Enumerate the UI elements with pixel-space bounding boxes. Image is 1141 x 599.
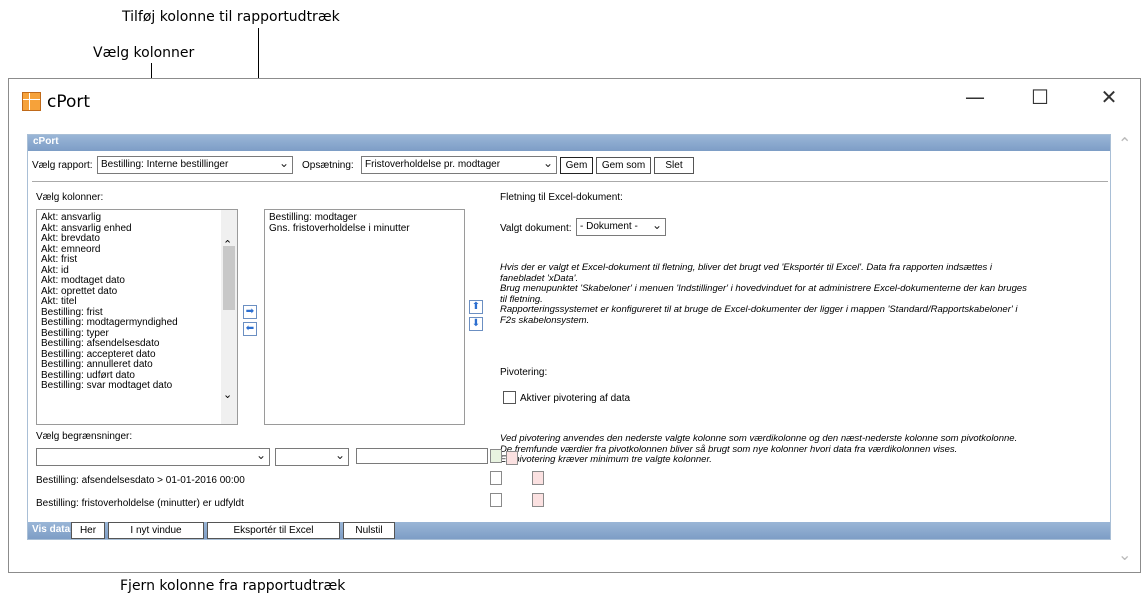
minimize-button[interactable]: — (955, 85, 995, 109)
report-select[interactable]: Bestilling: Interne bestillinger ⌄ (97, 156, 293, 174)
list-item[interactable]: Bestilling: annulleret dato (37, 359, 237, 371)
delete-icon[interactable] (532, 471, 544, 485)
save-button[interactable]: Gem (560, 157, 593, 174)
list-item[interactable]: Akt: brevdato (37, 233, 237, 245)
list-item[interactable]: Akt: frist (37, 254, 237, 266)
info-line: Hvis der er valgt et Excel-dokument til … (500, 262, 993, 273)
save-as-button[interactable]: Gem som (596, 157, 651, 174)
pivot-info-text: Ved pivotering anvendes den nederste val… (500, 433, 1110, 466)
app-window: cPort — ☐ ✕ ⌃ ⌄ cPort Vælg rapport: Best… (8, 78, 1141, 573)
setup-label: Opsætning: (302, 160, 354, 171)
edit-icon[interactable] (490, 471, 502, 485)
merge-info-text: Hvis der er valgt et Excel-dokument til … (500, 262, 1100, 326)
arrow-right-icon[interactable]: ➡ (243, 305, 257, 319)
info-line: F2s skabelonsystem. (500, 314, 590, 326)
arrow-down-icon[interactable]: ⬇ (469, 317, 483, 331)
selected-columns-list[interactable]: Bestilling: modtager Gns. fristoverholdel… (264, 209, 465, 425)
callout-choose-columns: Vælg kolonner (93, 45, 195, 61)
list-item[interactable]: Akt: ansvarlig (37, 212, 237, 224)
setup-select[interactable]: Fristoverholdelse pr. modtager ⌄ (361, 156, 557, 174)
pivot-checkbox[interactable] (503, 391, 516, 404)
cport-panel: cPort Vælg rapport: Bestilling: Interne … (27, 134, 1111, 540)
vertical-scrollbar[interactable]: ⌃ ⌄ (1110, 134, 1140, 564)
scroll-up-icon[interactable]: ⌃ (1118, 134, 1131, 153)
scroll-thumb[interactable] (223, 246, 235, 310)
list-item[interactable]: Akt: modtaget dato (37, 275, 237, 287)
limit-item: Bestilling: fristoverholdelse (minutter)… (36, 498, 244, 509)
report-label: Vælg rapport: (32, 160, 93, 171)
add-limit-icon[interactable] (490, 449, 502, 463)
limit-value-input[interactable] (356, 448, 488, 464)
list-item[interactable]: Bestilling: modtagermyndighed (37, 317, 237, 329)
columns-label: Vælg kolonner: (36, 192, 104, 203)
arrow-left-icon[interactable]: ⬅ (243, 322, 257, 336)
divider (32, 181, 1108, 182)
chevron-down-icon[interactable]: ⌄ (223, 388, 232, 401)
document-select-value: - Dokument - (580, 221, 638, 232)
merge-label: Fletning til Excel-dokument: (500, 192, 623, 203)
reset-button[interactable]: Nulstil (343, 522, 395, 539)
list-item[interactable]: Bestilling: modtager (265, 212, 464, 224)
delete-icon[interactable] (532, 493, 544, 507)
chevron-down-icon: ⌄ (334, 448, 345, 462)
info-line: Brug menupunktet 'Skabeloner' i menuen '… (500, 283, 1027, 294)
limit-item: Bestilling: afsendelsesdato > 01-01-2016… (36, 475, 245, 486)
callout-remove-column: Fjern kolonne fra rapportudtræk (120, 578, 346, 594)
info-line: En pivotering kræver minimum tre valgte … (500, 454, 712, 465)
scroll-down-icon[interactable]: ⌄ (1118, 545, 1131, 564)
close-button[interactable]: ✕ (1089, 85, 1129, 109)
clear-limit-icon[interactable] (506, 451, 518, 465)
chevron-down-icon: ⌄ (255, 448, 266, 462)
cport-app-icon (22, 92, 41, 111)
export-excel-button[interactable]: Eksportér til Excel (207, 522, 340, 539)
document-select[interactable]: - Dokument - ⌄ (576, 218, 666, 236)
available-columns-list[interactable]: Akt: ansvarlig Akt: ansvarlig enhed Akt: b… (36, 209, 238, 425)
edit-icon[interactable] (490, 493, 502, 507)
doc-label: Valgt dokument: (500, 223, 572, 234)
delete-button[interactable]: Slet (654, 157, 694, 174)
window-title: cPort (47, 92, 91, 112)
setup-select-value: Fristoverholdelse pr. modtager (365, 159, 501, 170)
maximize-button[interactable]: ☐ (1020, 85, 1060, 109)
chevron-down-icon: ⌄ (542, 156, 553, 170)
callout-add-column: Tilføj kolonne til rapportudtræk (122, 9, 340, 25)
list-scrollbar[interactable]: ⌃ ⌄ (221, 210, 237, 424)
panel-header: cPort (28, 135, 1110, 151)
chevron-down-icon: ⌄ (651, 218, 662, 232)
pivot-label: Pivotering: (500, 367, 548, 378)
info-line: Ved pivotering anvendes den nederste val… (500, 433, 1018, 444)
chevron-down-icon: ⌄ (278, 156, 289, 170)
arrow-up-icon[interactable]: ⬆ (469, 300, 483, 314)
info-line: Rapporteringssystemet er konfigureret ti… (500, 304, 1018, 315)
list-item[interactable]: Akt: titel (37, 296, 237, 308)
list-item[interactable]: Gns. fristoverholdelse i minutter (265, 223, 464, 235)
limit-operator-select[interactable]: ⌄ (275, 448, 349, 466)
here-button[interactable]: Her (71, 522, 105, 539)
new-window-button[interactable]: I nyt vindue (108, 522, 204, 539)
pivot-checkbox-label: Aktiver pivotering af data (520, 393, 631, 404)
panel-footer: Vis data: Her I nyt vindue Eksportér til… (28, 522, 1110, 539)
list-item[interactable]: Bestilling: afsendelsesdato (37, 338, 237, 350)
report-select-value: Bestilling: Interne bestillinger (101, 159, 229, 170)
limits-label: Vælg begrænsninger: (36, 431, 133, 442)
show-data-label: Vis data: (32, 524, 74, 535)
list-item[interactable]: Bestilling: svar modtaget dato (37, 380, 237, 392)
limit-field-select[interactable]: ⌄ (36, 448, 270, 466)
